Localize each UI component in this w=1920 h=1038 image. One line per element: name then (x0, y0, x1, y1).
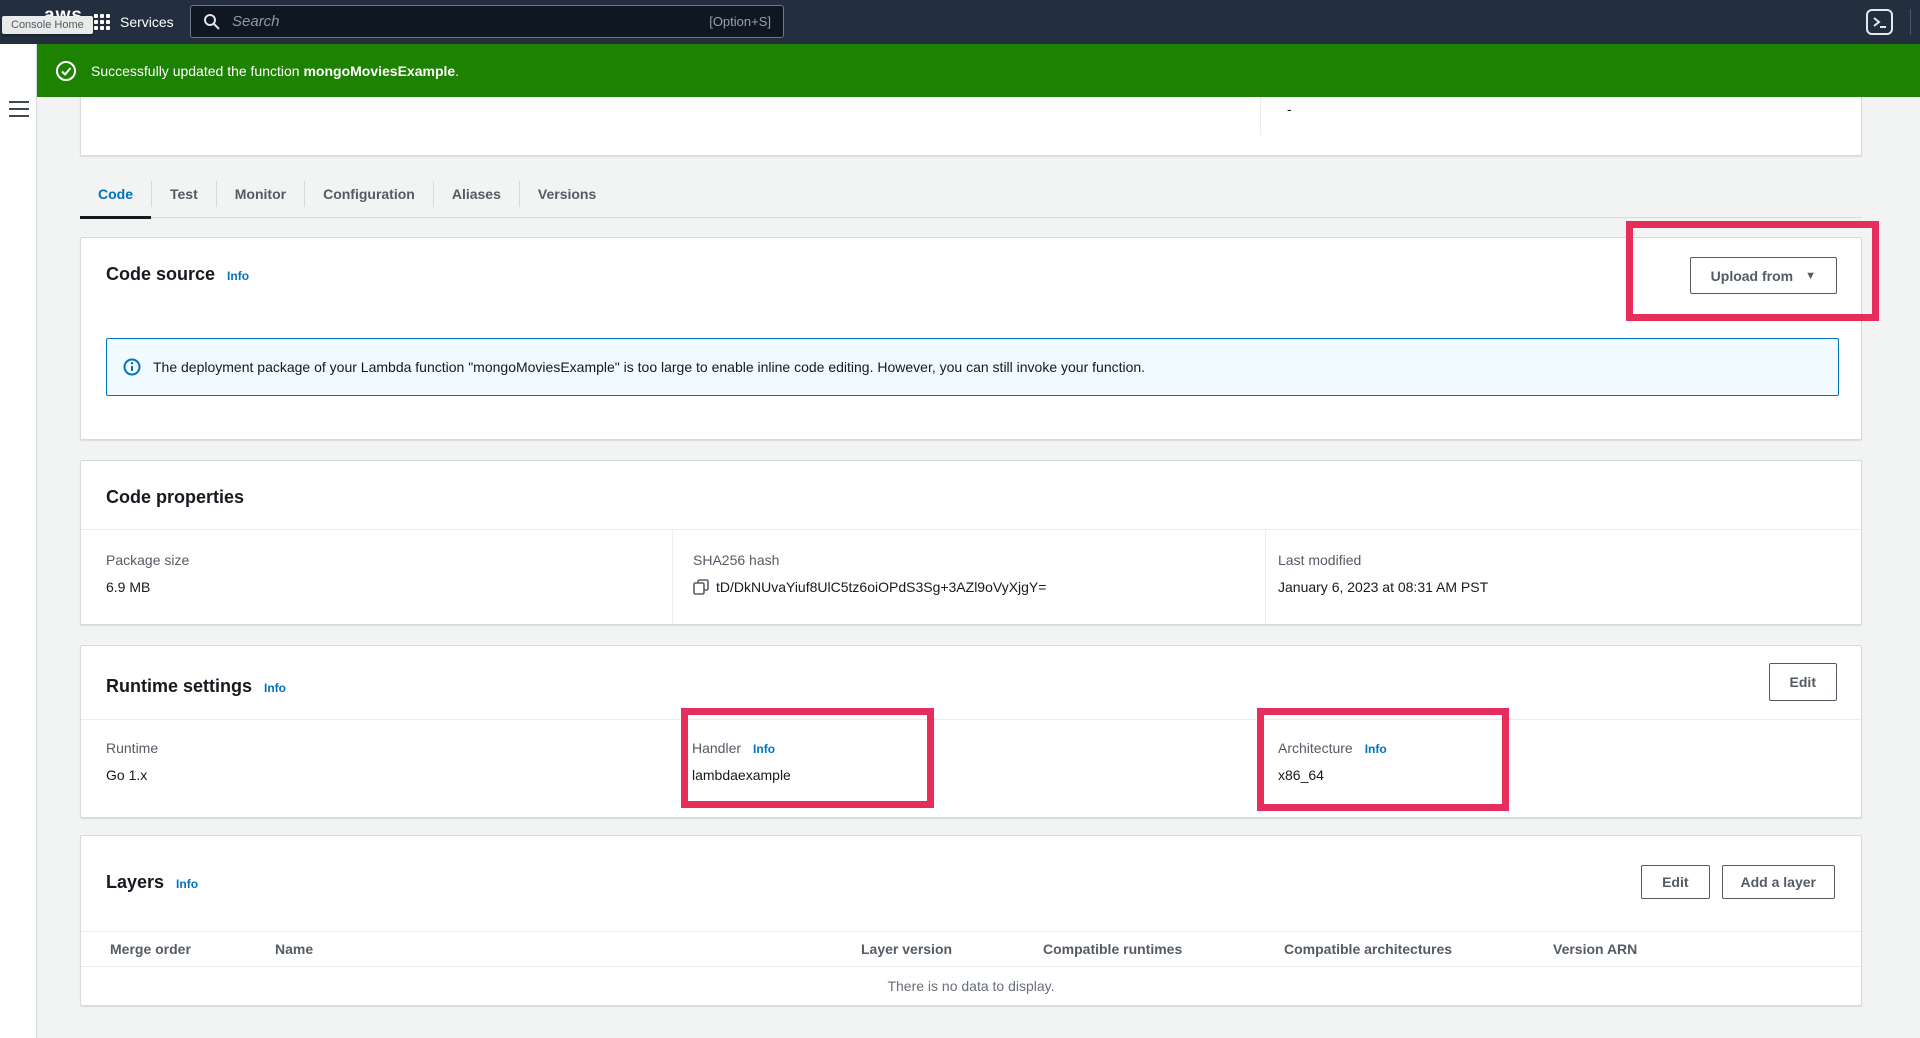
tab-test[interactable]: Test (152, 170, 216, 217)
flash-function-name: mongoMoviesExample (303, 63, 455, 79)
handler-info-link[interactable]: Info (753, 742, 775, 756)
topbar-divider (1910, 9, 1911, 35)
flash-message: Successfully updated the function mongoM… (91, 63, 459, 79)
layers-info-link[interactable]: Info (176, 877, 198, 891)
inline-editing-notice: The deployment package of your Lambda fu… (106, 338, 1839, 396)
runtime-edit-button[interactable]: Edit (1769, 663, 1837, 701)
tab-versions[interactable]: Versions (520, 170, 614, 217)
add-a-layer-button[interactable]: Add a layer (1722, 865, 1835, 899)
search-icon (203, 13, 220, 30)
cloudshell-terminal-icon (1872, 16, 1887, 29)
app-grid-icon (94, 14, 110, 30)
layers-empty-message: There is no data to display. (81, 967, 1861, 1005)
tab-aliases[interactable]: Aliases (434, 170, 519, 217)
tab-configuration[interactable]: Configuration (305, 170, 433, 217)
code-source-title: Code source (106, 264, 215, 285)
code-properties-card: Code properties Package size 6.9 MB SHA2… (80, 460, 1862, 625)
function-tabs: Code Test Monitor Configuration Aliases … (80, 170, 1862, 218)
success-flash-banner: Successfully updated the function mongoM… (37, 44, 1920, 97)
col-version-arn: Version ARN (1553, 941, 1861, 957)
services-label: Services (120, 14, 174, 30)
notice-text: The deployment package of your Lambda fu… (153, 359, 1145, 375)
search-input[interactable]: Search [Option+S] (190, 5, 784, 38)
console-home-tooltip: Console Home (2, 16, 93, 34)
tab-code[interactable]: Code (80, 170, 151, 217)
runtime-settings-card: Runtime settings Info Edit Runtime Go 1.… (80, 645, 1862, 818)
col-name: Name (275, 941, 861, 957)
runtime-settings-title: Runtime settings (106, 676, 252, 697)
search-shortcut-hint: [Option+S] (709, 14, 771, 29)
package-size-field: Package size 6.9 MB (81, 530, 672, 624)
col-compatible-architectures: Compatible architectures (1284, 941, 1553, 957)
sha256-hash-field: SHA256 hash tD/DkNUvaYiuf8UlC5tz6oiOPdS3… (672, 530, 1265, 624)
copy-icon[interactable] (693, 579, 709, 595)
overview-column-divider (1260, 97, 1261, 135)
overview-dash-value: - (1287, 101, 1292, 117)
tab-monitor[interactable]: Monitor (217, 170, 304, 217)
top-navbar: aws Console Home Services Search [Option… (0, 0, 1920, 44)
architecture-field: Architecture Info x86_64 (1257, 720, 1861, 817)
layers-table-header: Merge order Name Layer version Compatibl… (81, 931, 1861, 967)
sha256-hash-value: tD/DkNUvaYiuf8UlC5tz6oiOPdS3Sg+3AZl9oVyX… (716, 579, 1046, 595)
function-overview-card-bottom: - (80, 97, 1862, 156)
left-rail (0, 44, 37, 1038)
col-layer-version: Layer version (861, 941, 1043, 957)
upload-from-button[interactable]: Upload from ▼ (1690, 257, 1837, 294)
runtime-settings-info-link[interactable]: Info (264, 681, 286, 695)
hamburger-menu-icon[interactable] (9, 101, 29, 117)
last-modified-field: Last modified January 6, 2023 at 08:31 A… (1265, 530, 1861, 624)
runtime-field: Runtime Go 1.x (81, 720, 672, 817)
layers-card: Layers Info Edit Add a layer Merge order… (80, 835, 1862, 1006)
code-source-info-link[interactable]: Info (227, 269, 249, 283)
col-compatible-runtimes: Compatible runtimes (1043, 941, 1284, 957)
caret-down-icon: ▼ (1805, 270, 1816, 282)
layers-title: Layers (106, 872, 164, 893)
layers-edit-button[interactable]: Edit (1641, 865, 1709, 899)
search-placeholder: Search (232, 13, 280, 30)
check-circle-icon (55, 60, 77, 82)
col-merge-order: Merge order (110, 941, 275, 957)
code-source-card: Code source Info Upload from ▼ The deplo… (80, 237, 1862, 440)
handler-field: Handler Info lambdaexample (672, 720, 1257, 817)
code-properties-title: Code properties (106, 487, 244, 508)
info-circle-icon (123, 358, 141, 376)
cloudshell-button[interactable] (1866, 9, 1893, 35)
architecture-info-link[interactable]: Info (1365, 742, 1387, 756)
services-menu-button[interactable]: Services (84, 0, 184, 44)
